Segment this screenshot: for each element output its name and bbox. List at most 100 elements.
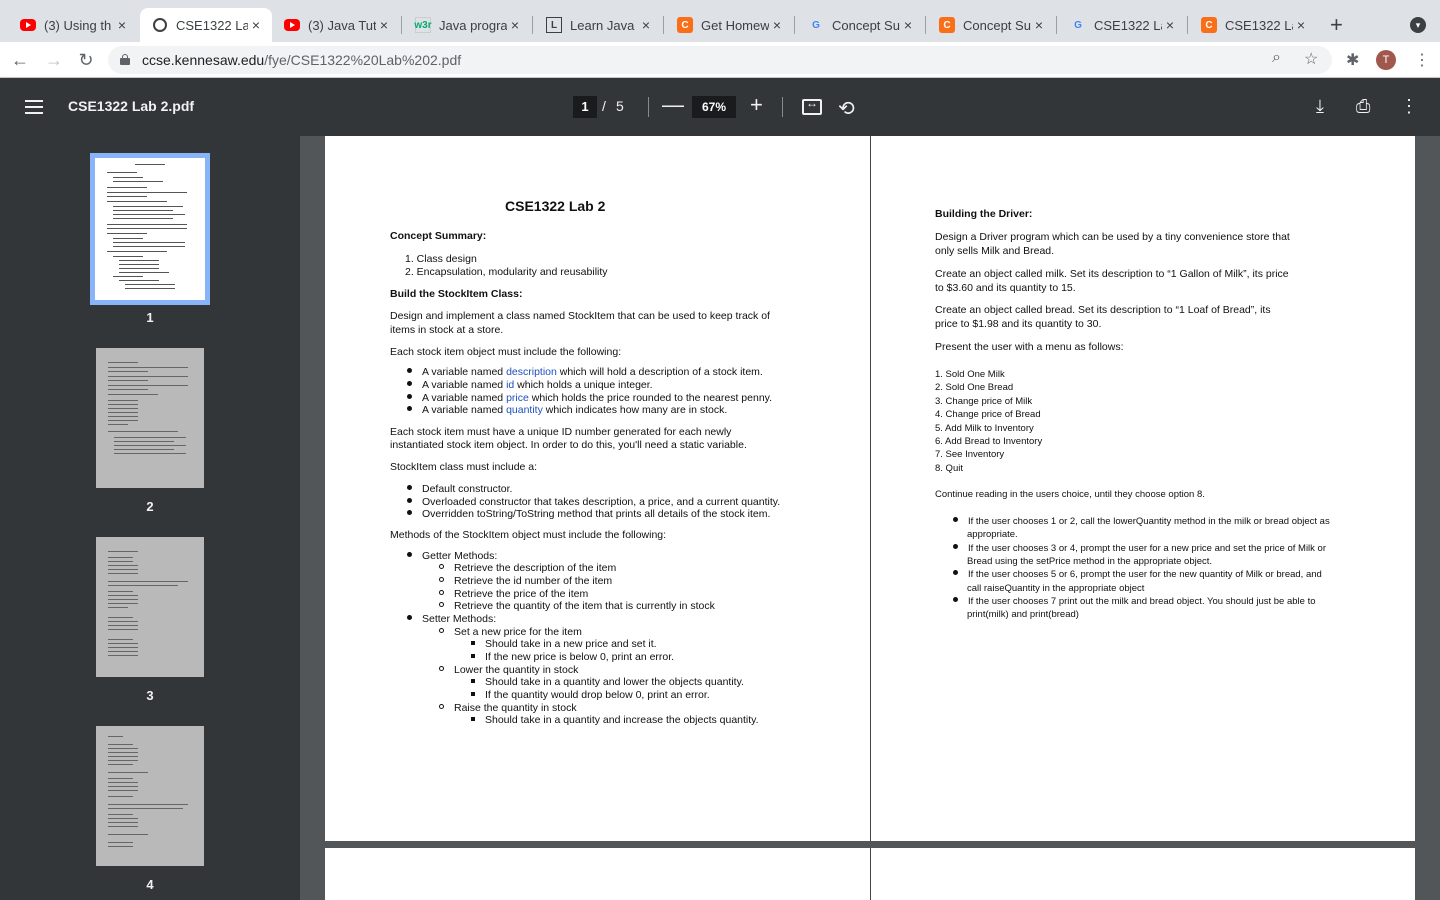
- tab-close-icon[interactable]: ×: [1162, 17, 1178, 33]
- tab-close-icon[interactable]: ×: [638, 17, 654, 33]
- tab-java-tut[interactable]: (3) Java Tut ×: [272, 8, 400, 42]
- zoom-out-button[interactable]: —: [662, 92, 684, 118]
- thumbnail-page-3[interactable]: [96, 537, 204, 677]
- menu-item: 5. Add Milk to Inventory: [935, 423, 1034, 434]
- pdf-page-3: [325, 848, 870, 900]
- rule-item: If the user chooses 5 or 6, prompt the u…: [953, 568, 1322, 581]
- address-bar[interactable]: ccse.kennesaw.edu/fye/CSE1322%20Lab%202.…: [108, 46, 1332, 74]
- constructor-item: Default constructor.: [407, 483, 512, 496]
- pdf-page-4: [870, 848, 1415, 900]
- driver-text: to $3.60 and its quantity to 15.: [935, 282, 1076, 294]
- unique-text: Each stock item must have a unique ID nu…: [390, 426, 732, 438]
- tab-title: (3) Java Tut: [308, 17, 376, 33]
- tab-learn-java[interactable]: L Learn Java ×: [534, 8, 662, 42]
- thumbnail-label: 4: [146, 877, 154, 892]
- new-tab-button[interactable]: +: [1330, 12, 1343, 38]
- setter-detail: Should take in a quantity and increase t…: [471, 714, 759, 727]
- menu-item: 1. Sold One Milk: [935, 369, 1005, 380]
- tab-close-icon[interactable]: ×: [114, 17, 130, 33]
- zoom-in-button[interactable]: +: [750, 92, 763, 118]
- sidebar-menu-icon[interactable]: [25, 100, 43, 114]
- include-text: Each stock item object must include the …: [390, 346, 622, 358]
- chegg-icon: C: [939, 17, 955, 33]
- w3schools-icon: w3r: [414, 17, 432, 33]
- google-icon: G: [1074, 19, 1082, 31]
- more-options-icon[interactable]: ⋮: [1400, 96, 1418, 117]
- rule-item: If the user chooses 7 print out the milk…: [953, 595, 1316, 608]
- pdf-page-1: CSE1322 Lab 2 Concept Summary: 1. Class …: [325, 136, 870, 841]
- tab-title: Java progra: [439, 17, 507, 33]
- concept-item: 2. Encapsulation, modularity and reusabi…: [405, 266, 608, 278]
- download-icon[interactable]: ⤓: [1316, 96, 1324, 117]
- tab-close-icon[interactable]: ×: [376, 17, 392, 33]
- tab-title: Concept Su: [832, 17, 900, 33]
- tab-using[interactable]: (3) Using th ×: [8, 8, 138, 42]
- rule-item: If the user chooses 3 or 4, prompt the u…: [953, 542, 1326, 555]
- rotate-icon[interactable]: ⟲: [838, 96, 855, 121]
- tab-separator: [794, 16, 795, 34]
- print-icon[interactable]: ⎙: [1356, 96, 1370, 117]
- driver-text: price to $1.98 and its quantity to 30.: [935, 318, 1102, 330]
- back-icon[interactable]: ←: [8, 48, 32, 72]
- fit-to-page-icon[interactable]: [802, 96, 822, 115]
- intro-text: items in stock at a store.: [390, 324, 504, 336]
- reload-icon[interactable]: ↻: [74, 48, 98, 72]
- tab-java-progra[interactable]: w3r Java progra ×: [403, 8, 531, 42]
- menu-intro: Present the user with a menu as follows:: [935, 341, 1124, 353]
- variable-item: A variable named id which holds a unique…: [407, 379, 653, 392]
- tab-concept-su-chegg[interactable]: C Concept Su ×: [927, 8, 1055, 42]
- zoom-lens-icon[interactable]: ⌕: [1272, 49, 1281, 67]
- tab-close-icon[interactable]: ×: [1293, 17, 1309, 33]
- tab-close-icon[interactable]: ×: [900, 17, 916, 33]
- forward-icon[interactable]: →: [42, 48, 66, 72]
- zoom-level-input[interactable]: 67%: [692, 96, 736, 118]
- setter-detail: If the quantity would drop below 0, prin…: [471, 689, 710, 702]
- pdf-viewer[interactable]: CSE1322 Lab 2 Concept Summary: 1. Class …: [300, 136, 1440, 900]
- class-include-text: StockItem class must include a:: [390, 461, 538, 473]
- browser-menu-icon[interactable]: ⋮: [1414, 50, 1430, 70]
- lock-icon[interactable]: [120, 54, 130, 65]
- url-text[interactable]: ccse.kennesaw.edu/fye/CSE1322%20Lab%202.…: [142, 52, 461, 68]
- variable-item: A variable named description which will …: [407, 366, 763, 379]
- thumbnail-sidebar: 1 2 3 4: [0, 136, 300, 900]
- menu-item: 6. Add Bread to Inventory: [935, 436, 1043, 447]
- tab-close-icon[interactable]: ×: [769, 17, 785, 33]
- tab-title: Get Homew: [701, 17, 769, 33]
- tab-cse1322-google[interactable]: G CSE1322 La ×: [1058, 8, 1186, 42]
- tab-get-homework[interactable]: C Get Homew ×: [665, 8, 793, 42]
- driver-text: only sells Milk and Bread.: [935, 245, 1055, 257]
- page-total: 5: [616, 98, 624, 114]
- tab-separator: [532, 16, 533, 34]
- menu-item: 4. Change price of Bread: [935, 409, 1041, 420]
- tab-separator: [925, 16, 926, 34]
- setter-detail: Should take in a new price and set it.: [471, 638, 657, 651]
- getter-item: Retrieve the description of the item: [439, 562, 616, 575]
- tab-search-icon[interactable]: ▾: [1410, 17, 1426, 33]
- thumbnail-page-2[interactable]: [96, 348, 204, 488]
- tab-close-icon[interactable]: ×: [1031, 17, 1047, 33]
- tab-concept-su-google[interactable]: G Concept Su ×: [796, 8, 924, 42]
- youtube-icon: [284, 17, 300, 33]
- avatar[interactable]: T: [1376, 50, 1396, 70]
- menu-item: 3. Change price of Milk: [935, 396, 1033, 407]
- url-path: /fye/CSE1322%20Lab%202.pdf: [264, 52, 462, 68]
- rule-item-cont: print(milk) and print(bread): [967, 609, 1079, 620]
- constructor-item: Overridden toString/ToString method that…: [407, 508, 770, 521]
- thumbnail-label: 1: [146, 310, 154, 325]
- tab-cse1322-chegg[interactable]: C CSE1322 La ×: [1189, 8, 1317, 42]
- page-number-input[interactable]: 1: [573, 96, 597, 118]
- thumbnail-page-4[interactable]: [96, 726, 204, 866]
- tab-cse1322-active[interactable]: CSE1322 La ×: [140, 8, 272, 42]
- thumbnail-page-1[interactable]: [90, 153, 210, 305]
- bookmark-star-icon[interactable]: ☆: [1304, 49, 1318, 69]
- setter-detail: Should take in a quantity and lower the …: [471, 676, 744, 689]
- tab-close-icon[interactable]: ×: [507, 17, 523, 33]
- menu-item: 7. See Inventory: [935, 449, 1005, 460]
- tab-close-icon[interactable]: ×: [248, 17, 264, 33]
- menu-item: 8. Quit: [935, 463, 963, 474]
- extensions-icon[interactable]: ✱: [1346, 50, 1359, 70]
- chegg-icon: C: [1201, 17, 1217, 33]
- rule-item-cont: Bread using the setPrice method in the a…: [967, 556, 1213, 567]
- tab-separator: [1187, 16, 1188, 34]
- toolbar-divider: [782, 97, 783, 117]
